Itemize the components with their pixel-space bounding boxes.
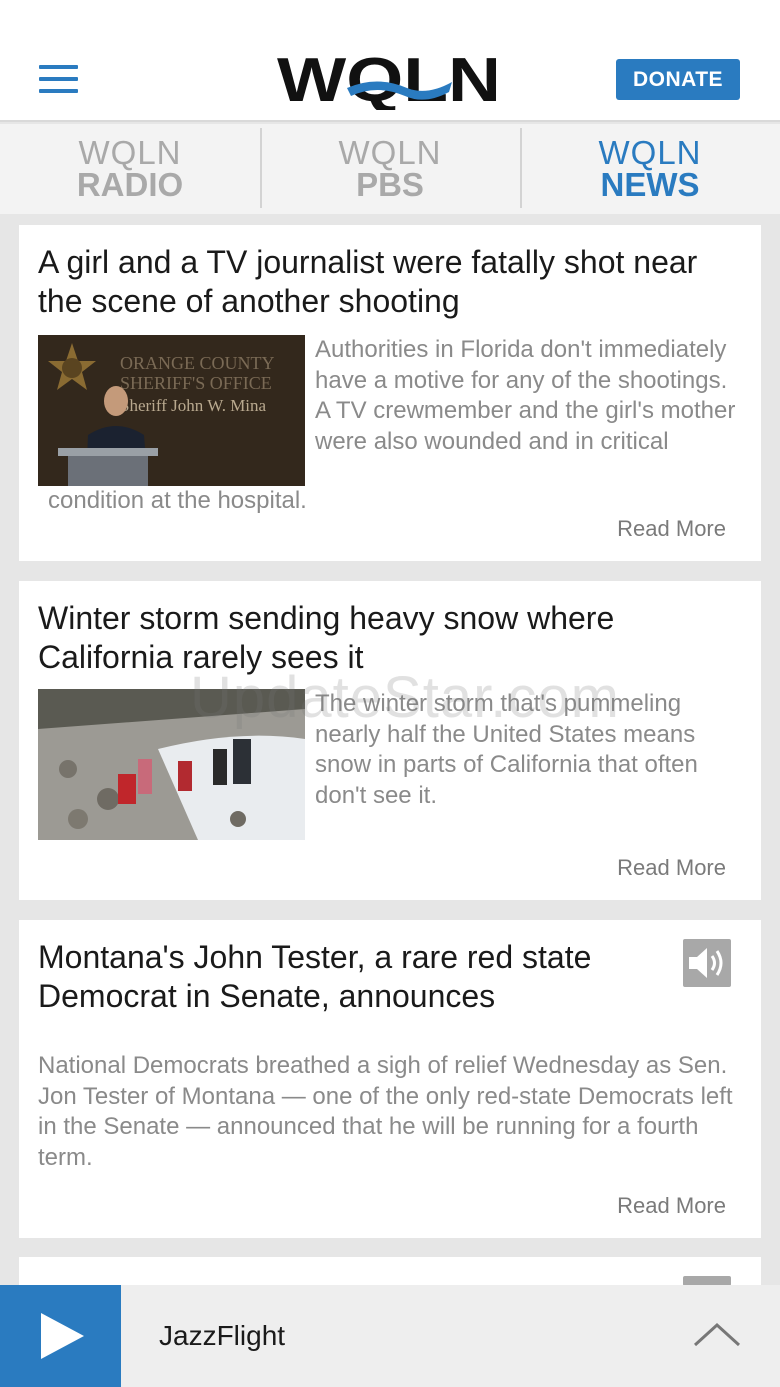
- article-title[interactable]: Winter storm sending heavy snow where Ca…: [38, 599, 748, 677]
- play-icon: [41, 1313, 84, 1359]
- article-summary-main: National Democrats breathed a sigh of re…: [38, 1052, 733, 1171]
- menu-icon[interactable]: [39, 65, 79, 95]
- article-summary-main: Authorities in Florida don't immediately…: [315, 336, 736, 455]
- donate-button[interactable]: DONATE: [616, 59, 740, 100]
- tab-radio[interactable]: WQLN RADIO: [0, 124, 260, 214]
- speaker-icon[interactable]: [683, 939, 731, 987]
- article-card[interactable]: Montana's John Tester, a rare red state …: [19, 920, 761, 1238]
- tab-news-line2: NEWS: [600, 166, 700, 203]
- tab-radio-line1: WQLN: [78, 134, 182, 171]
- read-more-link[interactable]: Read More: [617, 855, 726, 881]
- tab-news-line1: WQLN: [598, 134, 702, 171]
- svg-text:WQLN: WQLN: [277, 50, 501, 110]
- article-summary-main: The winter storm that's pummeling nearly…: [315, 690, 698, 809]
- svg-text:SHERIFF'S OFFICE: SHERIFF'S OFFICE: [120, 373, 272, 393]
- article-card[interactable]: Winter storm sending heavy snow where Ca…: [19, 581, 761, 900]
- svg-text:ORANGE COUNTY: ORANGE COUNTY: [120, 353, 275, 373]
- tab-pbs[interactable]: WQLN PBS: [260, 124, 520, 214]
- station-tabs: WQLN RADIO WQLN PBS WQLN NEWS: [0, 124, 780, 214]
- read-more-link[interactable]: Read More: [617, 516, 726, 542]
- tab-news[interactable]: WQLN NEWS: [520, 124, 780, 214]
- tab-pbs-line2: PBS: [356, 166, 424, 203]
- play-button[interactable]: [0, 1285, 121, 1387]
- article-summary: National Democrats breathed a sigh of re…: [38, 1051, 748, 1173]
- article-title[interactable]: A girl and a TV journalist were fatally …: [38, 243, 748, 321]
- article-image[interactable]: ORANGE COUNTY SHERIFF'S OFFICE Sheriff J…: [38, 335, 305, 486]
- article-image[interactable]: [38, 689, 305, 840]
- article-summary-tail: condition at the hospital.: [48, 487, 307, 514]
- svg-text:Sheriff John W. Mina: Sheriff John W. Mina: [120, 396, 267, 415]
- snow-hikers-photo: [38, 689, 305, 840]
- article-title[interactable]: Montana's John Tester, a rare red state …: [38, 938, 658, 1016]
- article-summary: The winter storm that's pummeling nearly…: [38, 689, 738, 840]
- app-screen: WQLN DONATE WQLN RADIO WQLN PBS WQLN NEW…: [0, 0, 780, 1387]
- audio-player-bar: JazzFlight: [0, 1285, 780, 1387]
- press-conference-photo: ORANGE COUNTY SHERIFF'S OFFICE Sheriff J…: [38, 335, 305, 486]
- read-more-link[interactable]: Read More: [617, 1193, 726, 1219]
- tab-radio-line2: RADIO: [76, 166, 184, 203]
- article-summary: ORANGE COUNTY SHERIFF'S OFFICE Sheriff J…: [38, 335, 738, 517]
- wqln-logo[interactable]: WQLN: [277, 50, 505, 110]
- app-header: WQLN DONATE: [0, 0, 780, 122]
- tab-pbs-line1: WQLN: [338, 134, 442, 171]
- chevron-up-icon[interactable]: [692, 1315, 742, 1355]
- article-card[interactable]: A girl and a TV journalist were fatally …: [19, 225, 761, 561]
- station-name: JazzFlight: [159, 1320, 286, 1351]
